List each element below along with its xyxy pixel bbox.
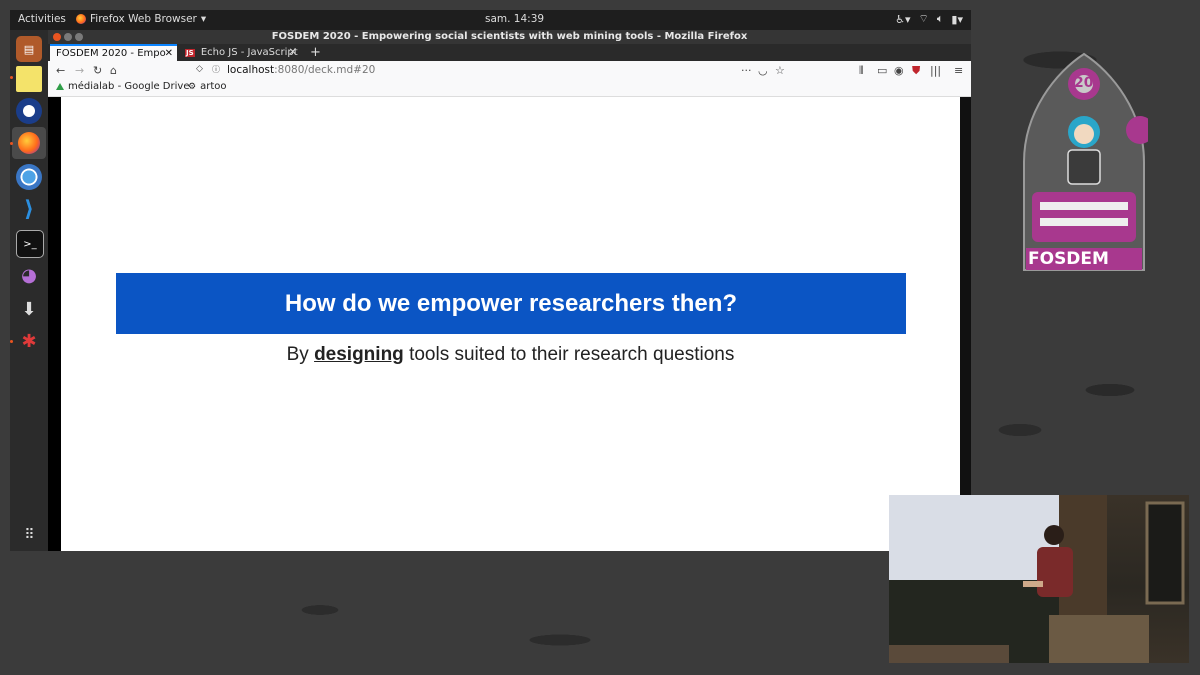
google-drive-icon xyxy=(56,83,64,90)
new-tab-button[interactable]: + xyxy=(310,44,321,61)
ublock-icon[interactable]: ⛊ xyxy=(912,64,920,78)
bookmark-star-icon[interactable]: ☆ xyxy=(775,64,785,77)
back-icon[interactable]: ← xyxy=(56,64,65,77)
show-applications-icon[interactable]: ⠿ xyxy=(16,522,42,548)
sidebar-icon[interactable]: ▭ xyxy=(877,64,887,77)
tab-fosdem[interactable]: FOSDEM 2020 - Empo ✕ xyxy=(50,44,177,61)
firefox-window: FOSDEM 2020 - Empowering social scientis… xyxy=(48,30,971,551)
url-path: :8080/deck.md#20 xyxy=(274,64,376,76)
battery-icon[interactable]: ▮▾ xyxy=(951,13,963,26)
subtitle-end: tools suited to their research questions xyxy=(403,344,735,365)
bookmark-item[interactable]: ⚙ artoo xyxy=(188,81,226,92)
minimize-window-icon[interactable] xyxy=(64,33,72,41)
files-icon[interactable]: ▤ xyxy=(16,36,42,62)
tab-label: FOSDEM 2020 - Empo xyxy=(56,48,166,59)
close-tab-icon[interactable]: ✕ xyxy=(165,46,173,61)
subtitle-emphasis: designing xyxy=(314,344,404,365)
window-titlebar: FOSDEM 2020 - Empowering social scientis… xyxy=(48,30,971,44)
activities-button[interactable]: Activities xyxy=(18,13,66,25)
chevron-down-icon: ▾ xyxy=(200,13,207,25)
page-actions-icon[interactable]: ··· xyxy=(741,64,752,77)
system-top-bar: Activities Firefox Web Browser ▾ sam. 14… xyxy=(10,10,971,30)
accessibility-icon[interactable]: ♿▾ xyxy=(895,13,910,26)
slide-content: How do we empower researchers then? By d… xyxy=(61,97,960,551)
settings-icon[interactable]: ✱ xyxy=(16,328,42,354)
menu-icon[interactable]: ≡ xyxy=(954,64,963,77)
clock[interactable]: sam. 14:39 xyxy=(485,13,544,25)
gear-icon: ⚙ xyxy=(188,81,197,92)
bookmark-item[interactable]: médialab - Google Drive xyxy=(56,81,189,92)
library-icon[interactable]: ⫴ xyxy=(859,64,864,78)
logo-text: FOSDEM xyxy=(1028,249,1109,269)
firefox-icon xyxy=(76,14,86,24)
pidgin-icon[interactable]: ◕ xyxy=(16,262,42,288)
maximize-window-icon[interactable] xyxy=(75,33,83,41)
pocket-icon[interactable]: ◡ xyxy=(758,64,768,77)
tracking-protection-icon[interactable]: ◇ xyxy=(196,64,203,74)
url-host: localhost xyxy=(227,64,275,76)
installer-icon[interactable]: ⬇ xyxy=(16,296,42,322)
close-tab-icon[interactable]: ✕ xyxy=(289,44,297,61)
chromium-icon[interactable] xyxy=(16,164,42,190)
nav-toolbar: ← → ↻ ⌂ ◇ ⓘ localhost:8080/deck.md#20 ··… xyxy=(48,61,971,80)
tab-label: Echo JS - JavaScript xyxy=(200,47,298,58)
volume-icon[interactable]: 🔈︎ xyxy=(937,12,944,26)
url-bar[interactable]: localhost:8080/deck.md#20 xyxy=(227,64,375,76)
speaker-camera-inset xyxy=(889,495,1189,663)
tab-echojs[interactable]: JS Echo JS - JavaScript ✕ xyxy=(179,44,301,61)
bookmark-label: artoo xyxy=(200,81,227,92)
window-title: FOSDEM 2020 - Empowering social scientis… xyxy=(271,31,748,42)
running-indicator xyxy=(10,142,13,145)
running-indicator xyxy=(10,340,13,343)
reload-icon[interactable]: ↻ xyxy=(93,64,102,77)
close-window-icon[interactable] xyxy=(53,33,61,41)
site-info-icon[interactable]: ⓘ xyxy=(212,64,220,75)
subtitle-start: By xyxy=(286,344,315,365)
extension-bars-icon[interactable]: ||| xyxy=(930,64,941,77)
running-indicator xyxy=(10,76,13,79)
echojs-icon: JS xyxy=(185,49,195,57)
bookmark-label: médialab - Google Drive xyxy=(68,81,190,92)
fosdem-logo: 20 FOSDEM xyxy=(1020,52,1154,272)
bookmarks-toolbar: médialab - Google Drive ⚙ artoo xyxy=(48,80,971,97)
app-menu-label: Firefox Web Browser xyxy=(90,13,197,25)
thunderbird-icon[interactable] xyxy=(16,98,42,124)
vscode-icon[interactable]: ⟩ xyxy=(16,196,42,222)
notes-icon[interactable] xyxy=(16,66,42,92)
home-icon[interactable]: ⌂ xyxy=(110,64,117,77)
tab-bar: FOSDEM 2020 - Empo ✕ JS Echo JS - JavaSc… xyxy=(48,44,971,61)
system-tray[interactable]: ♿▾ ⌔ 🔈︎ ▮▾ xyxy=(895,12,963,26)
firefox-dock-icon[interactable] xyxy=(16,130,42,156)
slide-heading: How do we empower researchers then? xyxy=(116,273,906,334)
slide-subtitle: By designing tools suited to their resea… xyxy=(61,344,960,366)
dock: ▤ ⟩ >_ ◕ ⬇ ✱ ⠿ xyxy=(10,30,48,551)
terminal-icon[interactable]: >_ xyxy=(16,230,44,258)
logo-badge: 20 xyxy=(1074,75,1094,91)
forward-icon[interactable]: → xyxy=(75,64,84,77)
network-icon[interactable]: ⌔ xyxy=(918,12,928,26)
page-edge xyxy=(960,97,971,497)
extension-eye-icon[interactable]: ◉ xyxy=(894,64,904,77)
app-menu[interactable]: Firefox Web Browser ▾ xyxy=(76,13,206,25)
